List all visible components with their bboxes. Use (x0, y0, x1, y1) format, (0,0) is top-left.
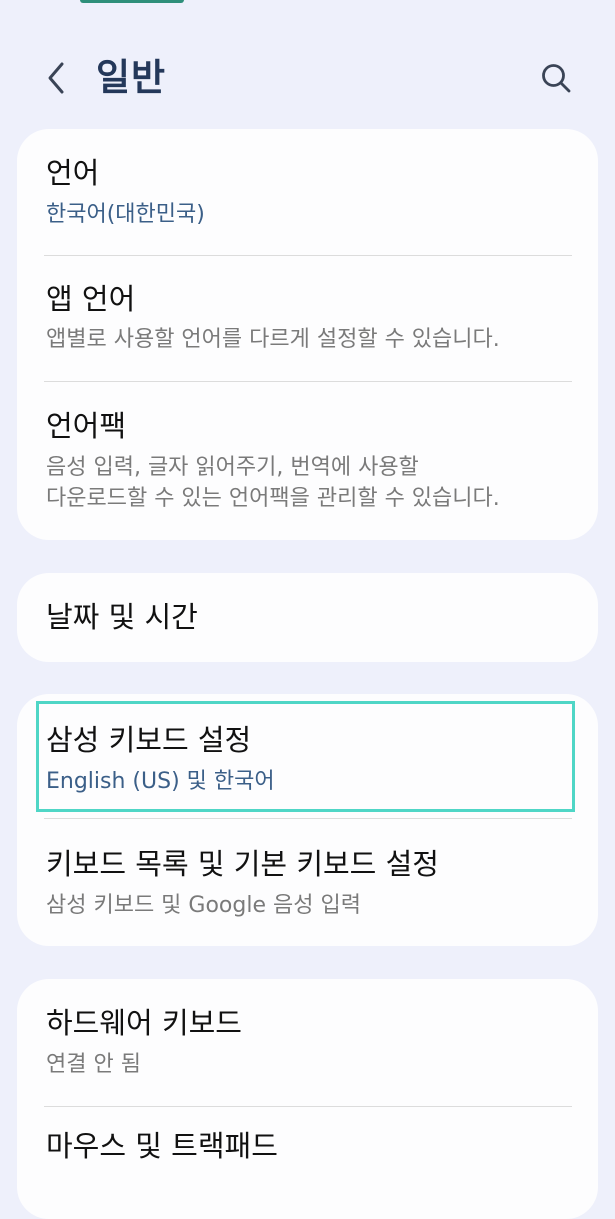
date-time-card: 날짜 및 시간 (17, 573, 598, 662)
app-header: 일반 (0, 36, 615, 120)
keyboard-card: 삼성 키보드 설정 English (US) 및 한국어 키보드 목록 및 기본… (17, 694, 598, 946)
chevron-left-icon (48, 62, 64, 94)
item-subtitle: 한국어(대한민국) (46, 202, 205, 227)
hardware-card: 하드웨어 키보드 연결 안 됨 마우스 및 트랙패드 (17, 979, 598, 1219)
list-item-date-time[interactable]: 날짜 및 시간 (17, 573, 598, 662)
item-subtitle: 삼성 키보드 및 Google 음성 입력 (46, 893, 361, 918)
list-item-app-language[interactable]: 앱 언어 앱별로 사용할 언어를 다르게 설정할 수 있습니다. (17, 256, 598, 381)
item-title: 키보드 목록 및 기본 키보드 설정 (46, 847, 439, 881)
list-item-mouse-trackpad[interactable]: 마우스 및 트랙패드 (17, 1107, 598, 1219)
status-bar-indicator (80, 0, 184, 3)
item-title: 언어 (46, 156, 100, 190)
list-item-language[interactable]: 언어 한국어(대한민국) (17, 129, 598, 255)
item-title: 하드웨어 키보드 (46, 1006, 242, 1040)
item-title: 언어팩 (46, 409, 127, 443)
list-item-hardware-keyboard[interactable]: 하드웨어 키보드 연결 안 됨 (17, 979, 598, 1106)
search-button[interactable] (532, 54, 580, 102)
search-icon (542, 64, 571, 93)
item-subtitle: 앱별로 사용할 언어를 다르게 설정할 수 있습니다. (46, 327, 500, 352)
item-subtitle: English (US) 및 한국어 (46, 769, 275, 794)
item-title: 삼성 키보드 설정 (46, 723, 252, 757)
list-item-language-pack[interactable]: 언어팩 음성 입력, 글자 읽어주기, 번역에 사용할 다운로드할 수 있는 언… (17, 382, 598, 540)
item-title: 마우스 및 트랙패드 (46, 1129, 278, 1163)
item-title: 앱 언어 (46, 282, 136, 316)
language-card: 언어 한국어(대한민국) 앱 언어 앱별로 사용할 언어를 다르게 설정할 수 … (17, 129, 598, 540)
item-title: 날짜 및 시간 (46, 600, 198, 634)
item-subtitle: 음성 입력, 글자 읽어주기, 번역에 사용할 다운로드할 수 있는 언어팩을 … (46, 455, 500, 511)
back-button[interactable] (34, 54, 78, 102)
item-subtitle: 연결 안 됨 (46, 1052, 141, 1077)
list-item-keyboard-list[interactable]: 키보드 목록 및 기본 키보드 설정 삼성 키보드 및 Google 음성 입력 (17, 819, 598, 946)
list-item-samsung-keyboard[interactable]: 삼성 키보드 설정 English (US) 및 한국어 (17, 694, 598, 818)
page-title: 일반 (96, 56, 167, 99)
